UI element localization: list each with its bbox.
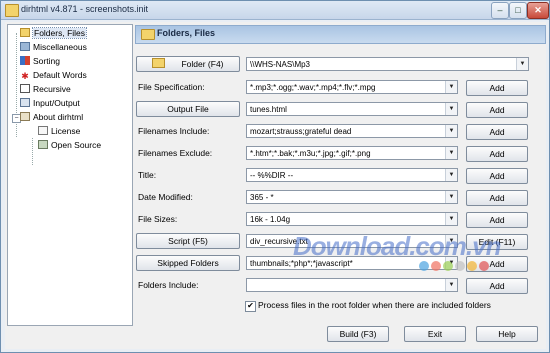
tree-item-input-output[interactable]: Input/Output [20,97,80,110]
script-field[interactable]: div_recursive.txt ▼ [246,234,458,248]
dropdown-arrow-icon[interactable]: ▼ [445,169,457,181]
output-file-add-button[interactable]: Add [466,102,528,118]
window-title: dirhtml v4.871 - screenshots.init [21,4,149,14]
tree-item-open-source[interactable]: Open Source [38,139,101,152]
filenames-exclude-label: Filenames Exclude: [138,148,213,158]
folder-icon [141,29,155,40]
date-modified-label: Date Modified: [138,192,193,202]
dropdown-arrow-icon[interactable]: ▼ [445,147,457,159]
filenames-include-field[interactable]: mozart;strauss;grateful dead ▼ [246,124,458,138]
dropdown-arrow-icon[interactable]: ▼ [445,257,457,269]
panel-title: Folders, Files [157,28,216,38]
dropdown-arrow-icon[interactable]: ▼ [445,235,457,247]
star-icon: ✱ [21,71,29,81]
dropdown-arrow-icon[interactable]: ▼ [516,58,528,70]
build-button[interactable]: Build (F3) [327,326,389,342]
maximize-button[interactable]: □ [509,2,527,19]
tree-item-recursive[interactable]: Recursive [20,83,71,96]
skipped-folders-add-button[interactable]: Add [466,256,528,272]
dropdown-arrow-icon[interactable]: ▼ [445,103,457,115]
file-sizes-field[interactable]: 16k - 1.04g ▼ [246,212,458,226]
title-bar[interactable]: dirhtml v4.871 - screenshots.init – □ ✕ [1,1,549,20]
filenames-include-label: Filenames Include: [138,126,210,136]
skipped-folders-field[interactable]: thumbnails;*php*;*javascript* ▼ [246,256,458,270]
process-root-checkbox[interactable]: ✔ [245,301,256,312]
date-modified-field[interactable]: 365 - * ▼ [246,190,458,204]
settings-tree[interactable]: Folders, Files Miscellaneous Sorting ✱ De… [7,24,133,326]
io-icon [20,98,30,107]
tree-item-about-dirhtml[interactable]: About dirhtml [20,111,83,124]
help-button[interactable]: Help [476,326,538,342]
output-file-field[interactable]: tunes.html ▼ [246,102,458,116]
dropdown-arrow-icon[interactable]: ▼ [445,279,457,291]
filenames-exclude-add-button[interactable]: Add [466,146,528,162]
folder-path-field[interactable]: \\WHS-NAS\Mp3 ▼ [246,57,529,71]
dropdown-arrow-icon[interactable]: ▼ [445,125,457,137]
tree-item-license[interactable]: License [38,125,80,138]
about-icon [20,112,30,121]
skipped-folders-button[interactable]: Skipped Folders [136,255,240,271]
script-button[interactable]: Script (F5) [136,233,240,249]
file-sizes-add-button[interactable]: Add [466,212,528,228]
file-sizes-label: File Sizes: [138,214,178,224]
dropdown-arrow-icon[interactable]: ▼ [445,213,457,225]
title-add-button[interactable]: Add [466,168,528,184]
tree-item-sorting[interactable]: Sorting [20,55,60,68]
main-window: dirhtml v4.871 - screenshots.init – □ ✕ … [0,0,550,353]
folders-include-field[interactable]: ▼ [246,278,458,292]
open-source-icon [38,140,48,149]
folders-include-label: Folders Include: [138,280,199,290]
minimize-button[interactable]: – [491,2,509,19]
process-root-label: Process files in the root folder when th… [258,300,491,310]
title-field[interactable]: -- %%DIR -- ▼ [246,168,458,182]
close-button[interactable]: ✕ [527,2,549,19]
output-file-button[interactable]: Output File [136,101,240,117]
tree-connector [32,138,33,165]
file-spec-add-button[interactable]: Add [466,80,528,96]
dropdown-arrow-icon[interactable]: ▼ [445,81,457,93]
tree-item-miscellaneous[interactable]: Miscellaneous [20,41,87,54]
folders-include-add-button[interactable]: Add [466,278,528,294]
date-modified-add-button[interactable]: Add [466,190,528,206]
folder-icon [152,58,166,68]
misc-icon [20,42,30,51]
tree-item-folders-files[interactable]: Folders, Files [20,27,88,40]
file-spec-label: File Specification: [138,82,205,92]
folder-button[interactable]: Folder (F4) [136,56,240,72]
folder-icon [20,28,30,37]
script-edit-button[interactable]: Edit (F11) [466,234,528,250]
tree-item-default-words[interactable]: ✱ Default Words [20,69,86,82]
panel-header: Folders, Files [135,25,546,44]
app-folder-icon [5,4,19,17]
sort-icon [20,56,30,65]
filenames-include-add-button[interactable]: Add [466,124,528,140]
file-spec-field[interactable]: *.mp3;*.ogg;*.wav;*.mp4;*.flv;*.mpg ▼ [246,80,458,94]
title-label: Title: [138,170,157,180]
license-icon [38,126,48,135]
filenames-exclude-field[interactable]: *.htm*;*.bak;*.m3u;*.jpg;*.gif;*.png ▼ [246,146,458,160]
recursive-icon [20,84,30,93]
exit-button[interactable]: Exit [404,326,466,342]
dropdown-arrow-icon[interactable]: ▼ [445,191,457,203]
